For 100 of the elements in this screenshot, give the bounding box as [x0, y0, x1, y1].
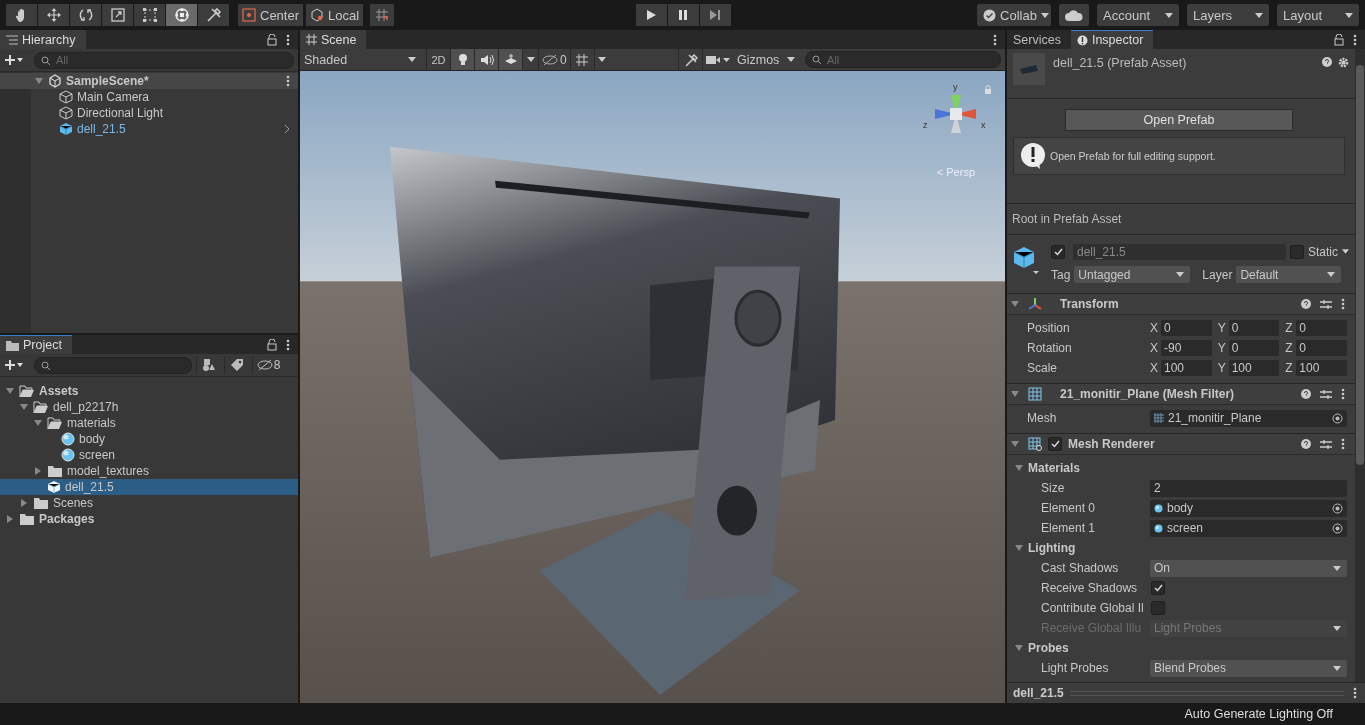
object-field[interactable]: screen [1150, 519, 1347, 537]
space-button[interactable]: Local [306, 4, 364, 26]
project-item[interactable]: Packages [0, 511, 298, 527]
expand-arrow-icon[interactable] [6, 515, 14, 523]
name-field[interactable]: dell_21.5 [1073, 243, 1286, 260]
transform-tool-button[interactable] [166, 4, 197, 26]
step-button[interactable] [699, 4, 731, 26]
number-field[interactable]: 0 [1161, 320, 1212, 336]
project-item[interactable]: body [0, 431, 298, 447]
pause-button[interactable] [667, 4, 699, 26]
dropdown[interactable]: Blend Probes [1150, 659, 1347, 677]
hand-tool-button[interactable] [6, 4, 37, 26]
more-icon[interactable] [1353, 33, 1357, 46]
scene-tab[interactable]: Scene [300, 30, 367, 49]
active-checkbox[interactable] [1051, 244, 1065, 259]
object-field[interactable]: 21_monitir_Plane [1150, 409, 1347, 427]
object-field[interactable]: body [1150, 499, 1347, 517]
expand-arrow-icon[interactable] [1015, 644, 1023, 652]
open-prefab-button[interactable]: Open Prefab [1065, 109, 1293, 131]
hidden-packages-button[interactable]: 8 [252, 356, 284, 374]
hierarchy-item[interactable]: dell_21.5 [31, 121, 298, 137]
project-item[interactable]: dell_21.5 [0, 479, 298, 495]
more-icon[interactable] [286, 33, 290, 46]
layers-dropdown[interactable]: Layers [1187, 4, 1269, 26]
search-field[interactable]: All [805, 51, 1001, 68]
expand-arrow-icon[interactable] [1011, 390, 1019, 398]
expand-arrow-icon[interactable] [1011, 440, 1019, 448]
target-icon[interactable] [1332, 502, 1343, 514]
search-field[interactable]: All [34, 51, 294, 69]
gizmos-dropdown[interactable]: Gizmos [733, 49, 799, 70]
rotate-tool-button[interactable] [70, 4, 101, 26]
hidden-objects-toggle[interactable]: 0 [538, 49, 570, 70]
expand-arrow-icon[interactable] [20, 403, 28, 411]
lighting-toggle[interactable] [450, 49, 474, 70]
more-icon[interactable] [993, 33, 997, 46]
expand-arrow-icon[interactable] [34, 419, 42, 427]
number-field[interactable]: 0 [1228, 320, 1280, 336]
move-tool-button[interactable] [38, 4, 69, 26]
play-button[interactable] [635, 4, 667, 26]
shading-mode-dropdown[interactable]: Shaded [300, 49, 420, 70]
expand-arrow-icon[interactable] [20, 499, 28, 507]
expand-arrow-icon[interactable] [1015, 544, 1023, 552]
number-field[interactable]: 0 [1296, 340, 1347, 356]
expand-arrow-icon[interactable] [34, 467, 42, 475]
hierarchy-item[interactable]: Main Camera [31, 89, 298, 105]
account-dropdown[interactable]: Account [1097, 4, 1179, 26]
project-item[interactable]: dell_p2217h [0, 399, 298, 415]
help-icon[interactable] [1301, 389, 1311, 399]
expand-arrow-icon[interactable] [1011, 300, 1019, 308]
project-item[interactable]: Scenes [0, 495, 298, 511]
number-field[interactable]: 100 [1228, 360, 1280, 376]
chevron-right-icon[interactable] [284, 124, 290, 134]
component-title[interactable]: 21_monitir_Plane (Mesh Filter) [1060, 387, 1235, 401]
grid-snap-button[interactable] [370, 4, 395, 26]
help-icon[interactable] [1301, 299, 1311, 309]
cube-icon[interactable] [1013, 246, 1039, 276]
target-icon[interactable] [1332, 522, 1343, 534]
camera-dropdown[interactable] [702, 49, 733, 70]
static-dropdown[interactable]: Static [1304, 244, 1349, 259]
panel-tab[interactable]: Services [1007, 30, 1071, 49]
panel-tab[interactable]: Inspector [1070, 30, 1154, 49]
scale-tool-button[interactable] [102, 4, 133, 26]
sliders-icon[interactable] [1320, 298, 1332, 310]
scrollbar-thumb[interactable] [1356, 65, 1364, 465]
dropdown[interactable]: On [1150, 559, 1347, 577]
expand-arrow-icon[interactable] [6, 387, 14, 395]
component-title[interactable]: Mesh Renderer [1068, 437, 1155, 451]
more-icon[interactable] [1341, 298, 1345, 310]
project-item[interactable]: screen [0, 447, 298, 463]
component-title[interactable]: Transform [1060, 297, 1119, 311]
sliders-icon[interactable] [1320, 388, 1332, 400]
sliders-icon[interactable] [1320, 438, 1332, 450]
effects-toggle[interactable] [498, 49, 522, 70]
lock-icon[interactable] [267, 33, 277, 46]
effects-menu-button[interactable] [522, 49, 538, 70]
search-field[interactable] [34, 356, 192, 374]
help-icon[interactable] [1322, 57, 1332, 67]
number-field[interactable]: 100 [1161, 360, 1212, 376]
more-icon[interactable] [1353, 687, 1357, 699]
hierarchy-item[interactable]: Directional Light [31, 105, 298, 121]
foldout-label[interactable]: Probes [1028, 641, 1069, 655]
more-icon[interactable] [1341, 388, 1345, 400]
cloud-button[interactable] [1059, 4, 1089, 26]
layout-dropdown[interactable]: Layout [1277, 4, 1359, 26]
lock-icon[interactable] [267, 338, 277, 351]
audio-toggle[interactable] [474, 49, 498, 70]
enabled-checkbox[interactable] [1048, 437, 1062, 451]
project-item[interactable]: Assets [0, 383, 298, 399]
help-icon[interactable] [1301, 439, 1311, 449]
project-item[interactable]: materials [0, 415, 298, 431]
number-field[interactable]: 0 [1228, 340, 1280, 356]
static-checkbox[interactable] [1290, 244, 1304, 259]
settings-icon[interactable] [1338, 57, 1349, 68]
hierarchy-tab[interactable]: Hierarchy [0, 30, 86, 49]
number-field[interactable]: -90 [1161, 340, 1212, 356]
number-field[interactable]: 2 [1150, 479, 1347, 497]
more-icon[interactable] [286, 338, 290, 351]
project-item[interactable]: model_textures [0, 463, 298, 479]
tag-dropdown[interactable]: Untagged [1074, 266, 1191, 283]
project-tab[interactable]: Project [0, 335, 72, 354]
